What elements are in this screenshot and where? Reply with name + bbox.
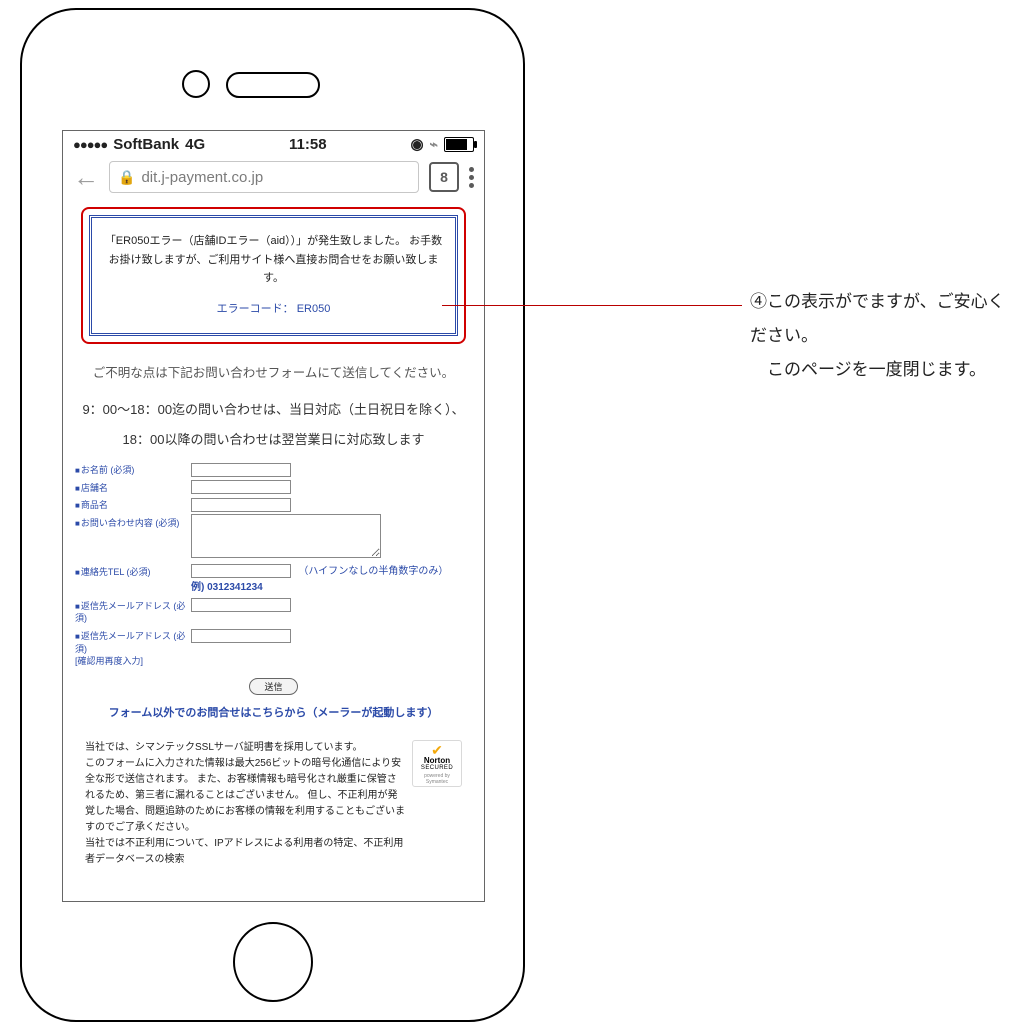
status-bar: ●●●●● SoftBank 4G 11:58 ◉ ⌁: [63, 131, 484, 157]
ssl-notice-text: 当社では、シマンテックSSLサーバ証明書を採用しています。 このフォームに入力さ…: [85, 740, 406, 868]
form-row-email1: 返信先メールアドレス (必須): [75, 597, 472, 625]
annotation-line1: ④この表示がでますが、ご安心ください。: [750, 285, 1020, 353]
url-text: dit.j-payment.co.jp: [141, 169, 263, 186]
page-content: 「ER050エラー（店舗IDエラー（aid））」が発生致しました。 お手数お掛け…: [63, 197, 484, 868]
home-button-icon: [233, 922, 313, 1002]
input-name[interactable]: [191, 463, 291, 477]
label-name: お名前 (必須): [75, 461, 191, 477]
submit-button[interactable]: 送信: [249, 678, 297, 695]
label-email1: 返信先メールアドレス (必須): [75, 597, 191, 625]
signal-dots-icon: ●●●●●: [73, 137, 107, 152]
ssl-notice: 当社では、シマンテックSSLサーバ証明書を採用しています。 このフォームに入力さ…: [75, 740, 472, 868]
label-product: 商品名: [75, 496, 191, 512]
norton-by: powered by Symantec: [415, 773, 459, 785]
error-message: 「ER050エラー（店舗IDエラー（aid））」が発生致しました。 お手数お掛け…: [102, 232, 445, 288]
tabs-button[interactable]: 8: [429, 162, 459, 192]
norton-brand: Norton: [415, 757, 459, 765]
norton-secured: SECURED: [415, 765, 459, 771]
error-box: 「ER050エラー（店舗IDエラー（aid））」が発生致しました。 お手数お掛け…: [89, 215, 458, 336]
phone-frame: ●●●●● SoftBank 4G 11:58 ◉ ⌁ ← 🔒 dit.j-pa…: [20, 8, 525, 1022]
label-email2: 返信先メールアドレス (必須) [確認用再度入力]: [75, 627, 191, 668]
lock-icon: 🔒: [118, 169, 135, 186]
tel-example: 例) 0312341234: [191, 582, 263, 593]
alarm-icon: ◉: [410, 135, 423, 153]
hours-note-2: 18：00以降の問い合わせは翌営業日に対応致します: [81, 428, 466, 451]
phone-speaker-icon: [226, 72, 320, 98]
label-shop: 店舗名: [75, 479, 191, 495]
carrier-label: SoftBank: [113, 136, 179, 153]
input-email2[interactable]: [191, 629, 291, 643]
label-tel: 連絡先TEL (必須): [75, 563, 191, 579]
bluetooth-icon: ⌁: [430, 136, 438, 153]
error-code: エラーコード： ER050: [102, 300, 445, 319]
battery-icon: [444, 137, 474, 152]
phone-camera-icon: [182, 70, 210, 98]
browser-toolbar: ← 🔒 dit.j-payment.co.jp 8: [63, 157, 484, 197]
label-inquiry: お問い合わせ内容 (必須): [75, 514, 191, 530]
tab-count: 8: [440, 169, 448, 185]
url-bar[interactable]: 🔒 dit.j-payment.co.jp: [109, 161, 419, 193]
form-row-inquiry: お問い合わせ内容 (必須): [75, 514, 472, 561]
form-row-product: 商品名: [75, 496, 472, 512]
menu-button[interactable]: [469, 167, 474, 188]
annotation-line2: このページを一度閉じます。: [750, 353, 1020, 387]
screen: ●●●●● SoftBank 4G 11:58 ◉ ⌁ ← 🔒 dit.j-pa…: [62, 130, 485, 902]
mailer-link[interactable]: フォーム以外でのお問合せはこちらから（メーラーが起動します）: [81, 705, 466, 723]
hours-note-1: 9：00～18：00迄の問い合わせは、当日対応（土日祝日を除く）、: [81, 398, 466, 421]
error-highlight-box: 「ER050エラー（店舗IDエラー（aid））」が発生致しました。 お手数お掛け…: [81, 207, 466, 344]
contact-note: ご不明な点は下記お問い合わせフォームにて送信してください。: [81, 362, 466, 385]
form-row-email2: 返信先メールアドレス (必須) [確認用再度入力]: [75, 627, 472, 668]
form-row-shop: 店舗名: [75, 479, 472, 495]
input-inquiry[interactable]: [191, 514, 381, 558]
network-label: 4G: [185, 136, 205, 153]
annotation-text: ④この表示がでますが、ご安心ください。 このページを一度閉じます。: [750, 285, 1020, 387]
input-tel[interactable]: [191, 564, 291, 578]
inquiry-form: お名前 (必須) 店舗名 商品名 お問い合わせ内容 (必須): [75, 461, 472, 722]
input-shop[interactable]: [191, 480, 291, 494]
clock-label: 11:58: [289, 136, 327, 153]
norton-badge-icon: ✔ Norton SECURED powered by Symantec: [412, 740, 462, 787]
callout-line-icon: [442, 305, 742, 306]
back-button[interactable]: ←: [73, 164, 99, 190]
input-email1[interactable]: [191, 598, 291, 612]
form-row-name: お名前 (必須): [75, 461, 472, 477]
tel-format-note: （ハイフンなしの半角数字のみ）: [298, 566, 448, 577]
norton-check-icon: ✔: [415, 743, 459, 757]
input-product[interactable]: [191, 498, 291, 512]
form-row-tel: 連絡先TEL (必須) （ハイフンなしの半角数字のみ） 例) 031234123…: [75, 563, 472, 595]
